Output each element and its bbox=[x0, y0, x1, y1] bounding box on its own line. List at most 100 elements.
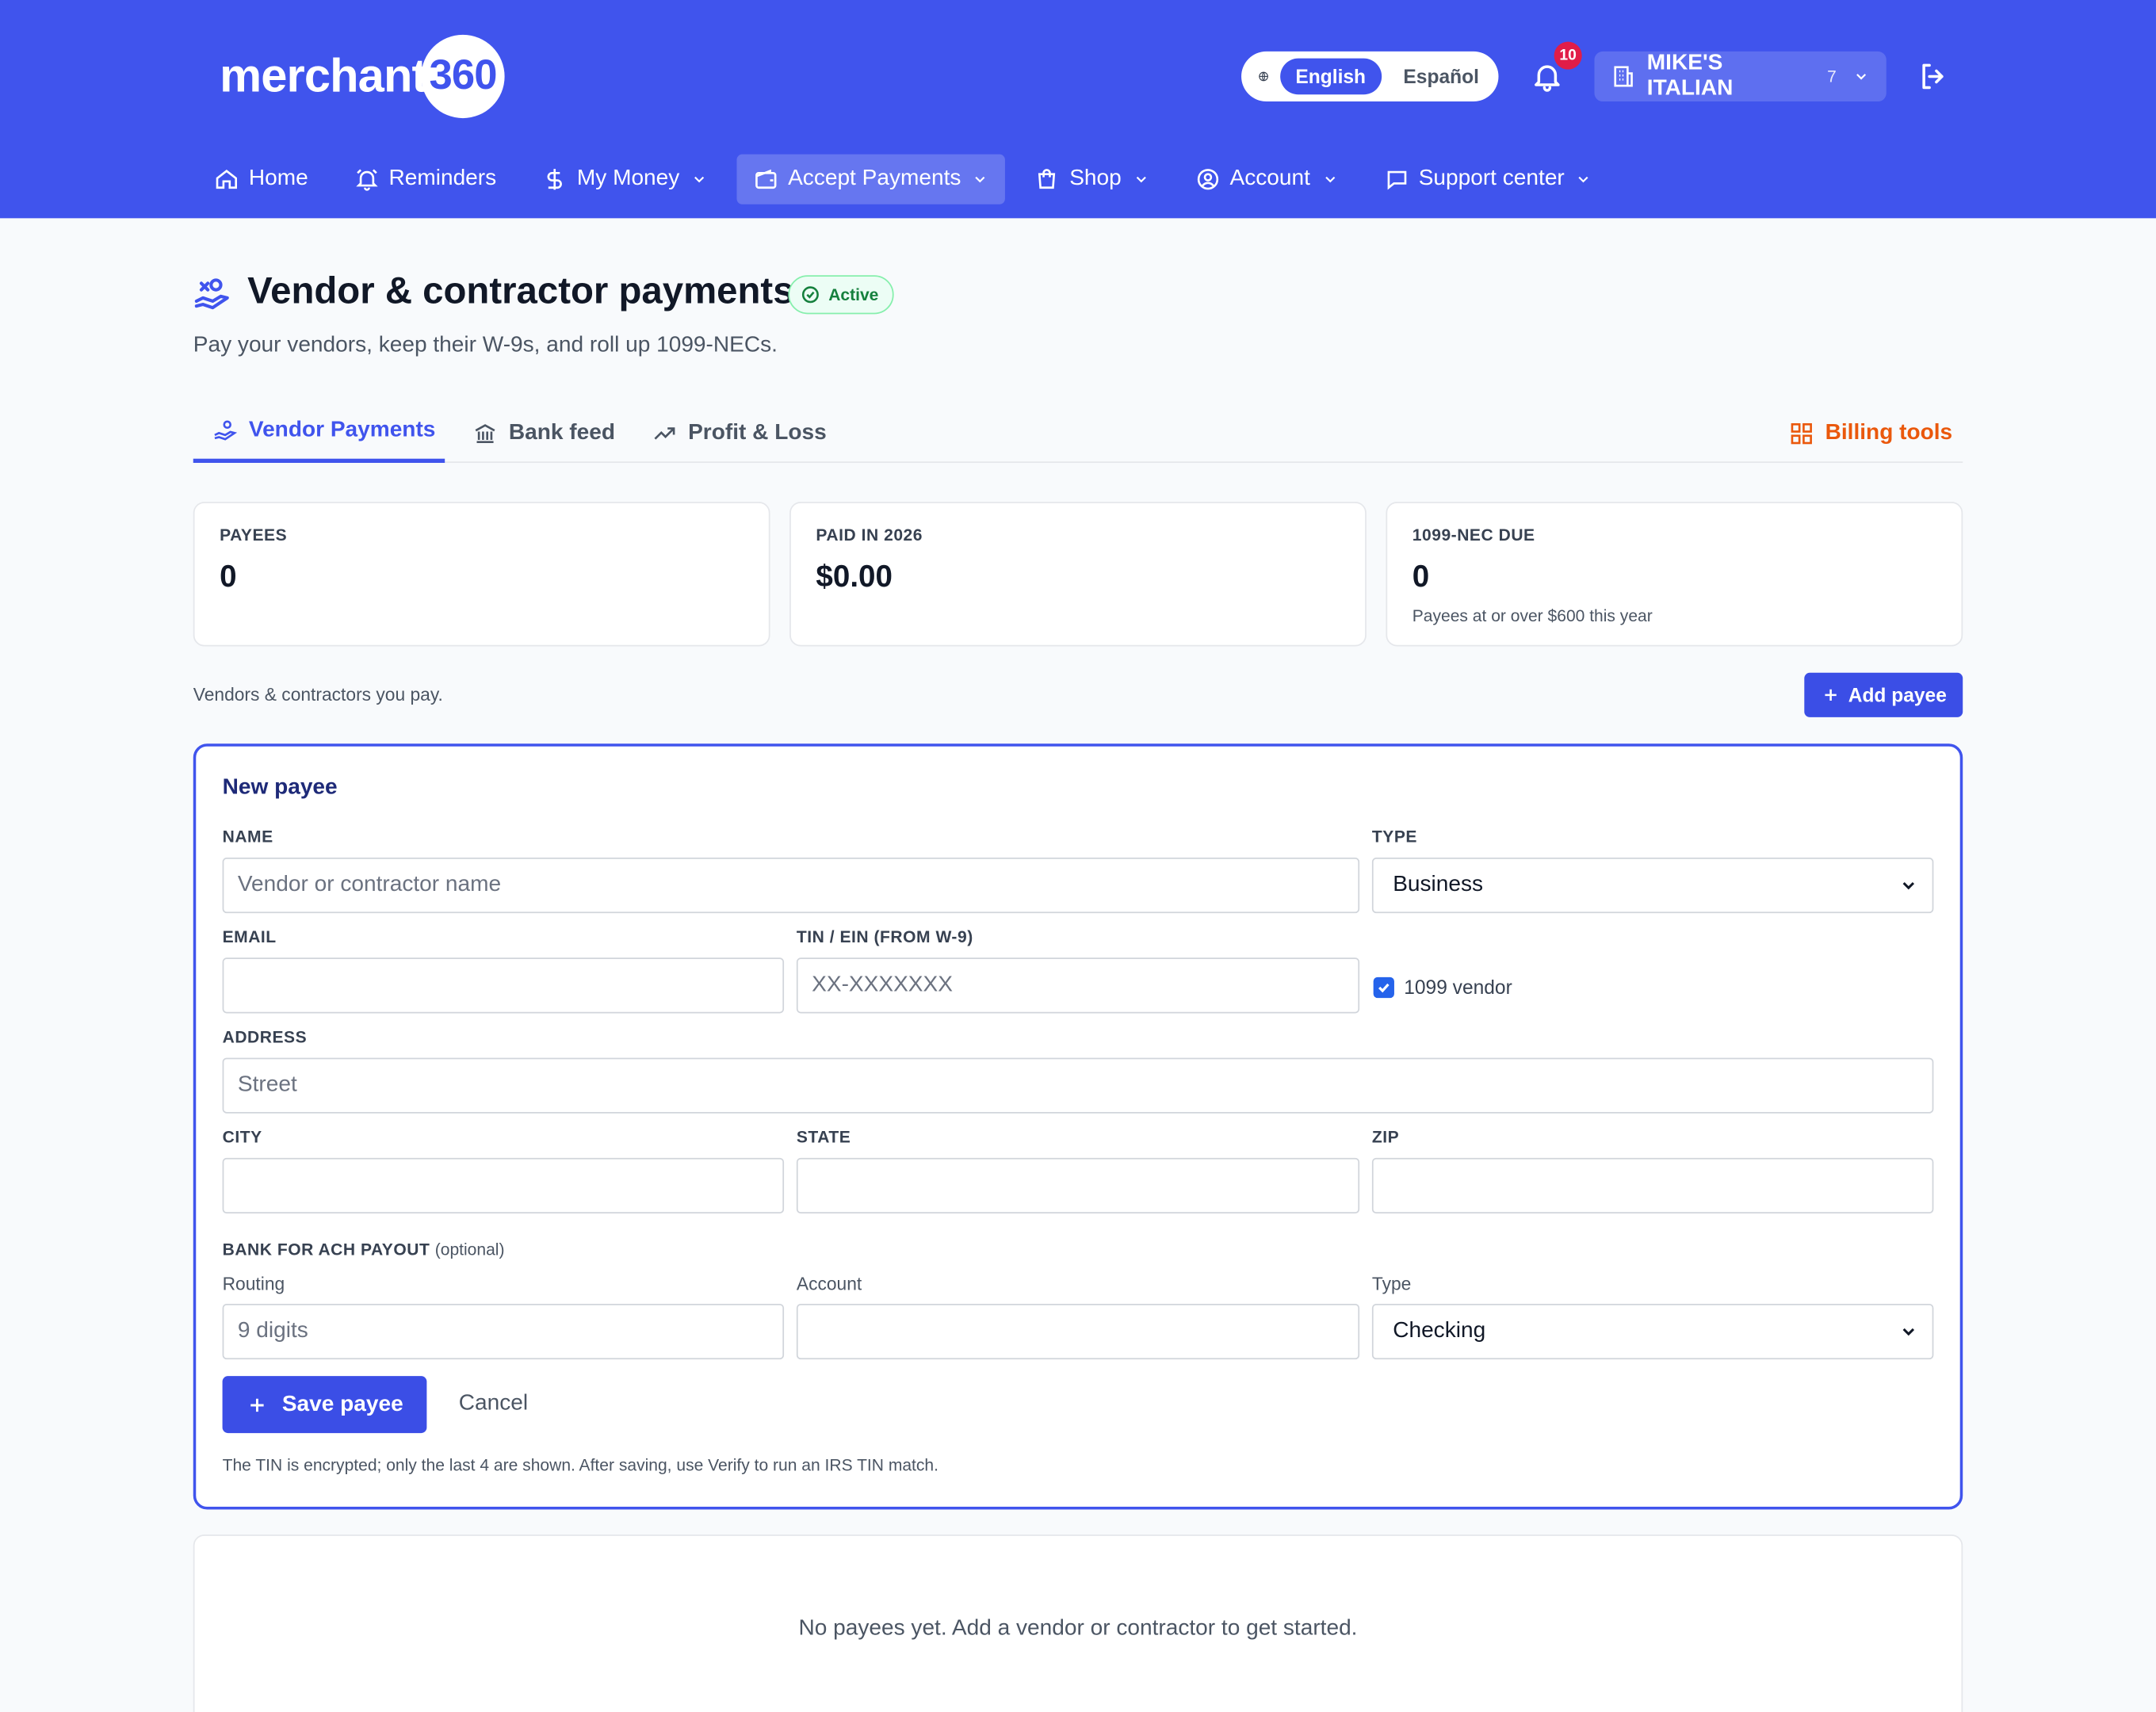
chevron-down-icon bbox=[975, 176, 985, 183]
stat-card-payees: PAYEES 0 bbox=[193, 502, 770, 647]
hand-coins-icon bbox=[214, 420, 238, 441]
language-toggle: English Español bbox=[1241, 51, 1499, 102]
home-icon bbox=[216, 170, 238, 189]
plus-icon bbox=[250, 1397, 264, 1412]
nav-shop[interactable]: Shop bbox=[1018, 155, 1166, 204]
chevron-down-icon bbox=[1902, 1328, 1915, 1336]
email-label: EMAIL bbox=[222, 927, 277, 947]
status-label: Active bbox=[828, 285, 879, 305]
chevron-down-icon bbox=[694, 176, 704, 183]
chevron-down-icon bbox=[1325, 176, 1335, 183]
checkbox-checked-icon bbox=[1373, 976, 1394, 998]
payee-list-empty-state: No payees yet. Add a vendor or contracto… bbox=[193, 1534, 1963, 1712]
stat-value: 0 bbox=[1412, 558, 1430, 594]
payee-type-select[interactable]: Business bbox=[1371, 858, 1934, 914]
payee-type-value: Business bbox=[1393, 873, 1484, 897]
street-input[interactable] bbox=[222, 1057, 1934, 1114]
form-title: New payee bbox=[222, 775, 338, 800]
empty-state-text: No payees yet. Add a vendor or contracto… bbox=[798, 1616, 1358, 1641]
trending-up-icon bbox=[654, 426, 675, 439]
status-badge: Active bbox=[788, 275, 894, 315]
tab-bank-feed[interactable]: Bank feed bbox=[472, 403, 615, 463]
logout-icon[interactable] bbox=[1917, 59, 1950, 93]
nav-home[interactable]: Home bbox=[197, 155, 325, 204]
state-label: STATE bbox=[796, 1127, 851, 1147]
chevron-down-icon bbox=[1856, 74, 1867, 80]
lang-english-button[interactable]: English bbox=[1280, 58, 1382, 95]
routing-input[interactable] bbox=[222, 1303, 785, 1360]
vendor-1099-label: 1099 vendor bbox=[1404, 976, 1512, 999]
section-tabs: Vendor Payments Bank feed Profit & Loss … bbox=[193, 403, 1963, 463]
email-input[interactable] bbox=[222, 957, 785, 1014]
logo-text: merchant bbox=[220, 49, 427, 102]
dollar-icon bbox=[547, 169, 562, 190]
add-payee-label: Add payee bbox=[1848, 683, 1947, 706]
chat-bubble-icon bbox=[1386, 170, 1406, 190]
account-label: Account bbox=[796, 1273, 862, 1294]
business-count: 7 bbox=[1827, 67, 1837, 86]
notification-badge: 10 bbox=[1554, 41, 1582, 70]
nav-account[interactable]: Account bbox=[1179, 155, 1355, 204]
save-payee-label: Save payee bbox=[281, 1392, 403, 1416]
stat-label: PAYEES bbox=[220, 525, 288, 545]
city-input[interactable] bbox=[222, 1157, 785, 1213]
chevron-down-icon bbox=[1902, 881, 1915, 890]
state-input[interactable] bbox=[796, 1157, 1360, 1213]
stat-value: $0.00 bbox=[816, 558, 893, 594]
building-icon bbox=[1614, 66, 1633, 87]
business-selector[interactable]: MIKE'S ITALIAN 7 bbox=[1594, 51, 1886, 102]
nav-reminders[interactable]: Reminders bbox=[338, 155, 514, 204]
stat-card-paid: PAID IN 2026 $0.00 bbox=[789, 502, 1367, 647]
tin-encryption-note: The TIN is encrypted; only the last 4 ar… bbox=[222, 1455, 938, 1475]
billing-tools-label: Billing tools bbox=[1825, 420, 1953, 445]
bank-optional-label: (optional) bbox=[434, 1240, 505, 1259]
tab-label: Vendor Payments bbox=[248, 418, 436, 442]
page-subtitle: Pay your vendors, keep their W-9s, and r… bbox=[193, 333, 778, 357]
logo-number: 360 bbox=[421, 34, 505, 119]
nav-support-center[interactable]: Support center bbox=[1367, 155, 1609, 204]
shopping-bag-icon bbox=[1038, 169, 1056, 189]
chevron-down-icon bbox=[1579, 176, 1589, 183]
account-input[interactable] bbox=[796, 1303, 1360, 1360]
alarm-bell-icon bbox=[355, 169, 378, 191]
name-input[interactable] bbox=[222, 858, 1360, 914]
address-label: ADDRESS bbox=[222, 1026, 308, 1047]
stat-label: 1099-NEC DUE bbox=[1412, 525, 1535, 545]
merchant360-logo[interactable]: merchant 360 bbox=[220, 33, 505, 120]
nav-label: Account bbox=[1229, 166, 1310, 191]
tab-profit-loss[interactable]: Profit & Loss bbox=[652, 403, 827, 463]
nav-accept-payments[interactable]: Accept Payments bbox=[736, 154, 1006, 204]
name-label: NAME bbox=[222, 827, 273, 847]
bank-icon bbox=[475, 423, 495, 443]
payee-list-description: Vendors & contractors you pay. bbox=[193, 683, 443, 705]
nav-my-money[interactable]: My Money bbox=[526, 155, 724, 204]
account-type-label: Type bbox=[1371, 1273, 1412, 1294]
check-circle-icon bbox=[801, 286, 819, 304]
vendor-1099-checkbox[interactable]: 1099 vendor bbox=[1373, 976, 1512, 999]
bank-label: BANK FOR ACH PAYOUT bbox=[222, 1240, 430, 1259]
account-type-select[interactable]: Checking bbox=[1371, 1303, 1934, 1360]
routing-label: Routing bbox=[222, 1273, 285, 1294]
plus-icon bbox=[1824, 689, 1837, 701]
lang-espanol-button[interactable]: Español bbox=[1381, 59, 1493, 95]
billing-tools-link[interactable]: Billing tools bbox=[1789, 403, 1952, 463]
cancel-button[interactable]: Cancel bbox=[459, 1391, 528, 1416]
add-payee-button[interactable]: Add payee bbox=[1804, 672, 1963, 717]
nav-label: Accept Payments bbox=[788, 166, 961, 191]
account-type-value: Checking bbox=[1393, 1319, 1486, 1343]
main-nav: Home Reminders My Money Accept Payments … bbox=[197, 154, 1622, 204]
save-payee-button[interactable]: Save payee bbox=[222, 1376, 427, 1434]
user-circle-icon bbox=[1197, 169, 1218, 190]
nav-label: My Money bbox=[576, 166, 680, 191]
city-label: CITY bbox=[222, 1127, 262, 1147]
tin-input[interactable] bbox=[796, 957, 1360, 1014]
stat-subtext: Payees at or over $600 this year bbox=[1412, 606, 1653, 626]
stat-value: 0 bbox=[220, 558, 237, 594]
bank-section-label: BANK FOR ACH PAYOUT (optional) bbox=[223, 1240, 505, 1259]
nav-label: Reminders bbox=[388, 166, 497, 191]
tab-vendor-payments[interactable]: Vendor Payments bbox=[193, 403, 445, 463]
nav-label: Home bbox=[248, 166, 308, 191]
zip-input[interactable] bbox=[1371, 1157, 1934, 1213]
nav-label: Shop bbox=[1069, 166, 1122, 191]
business-name: MIKE'S ITALIAN bbox=[1646, 51, 1734, 101]
